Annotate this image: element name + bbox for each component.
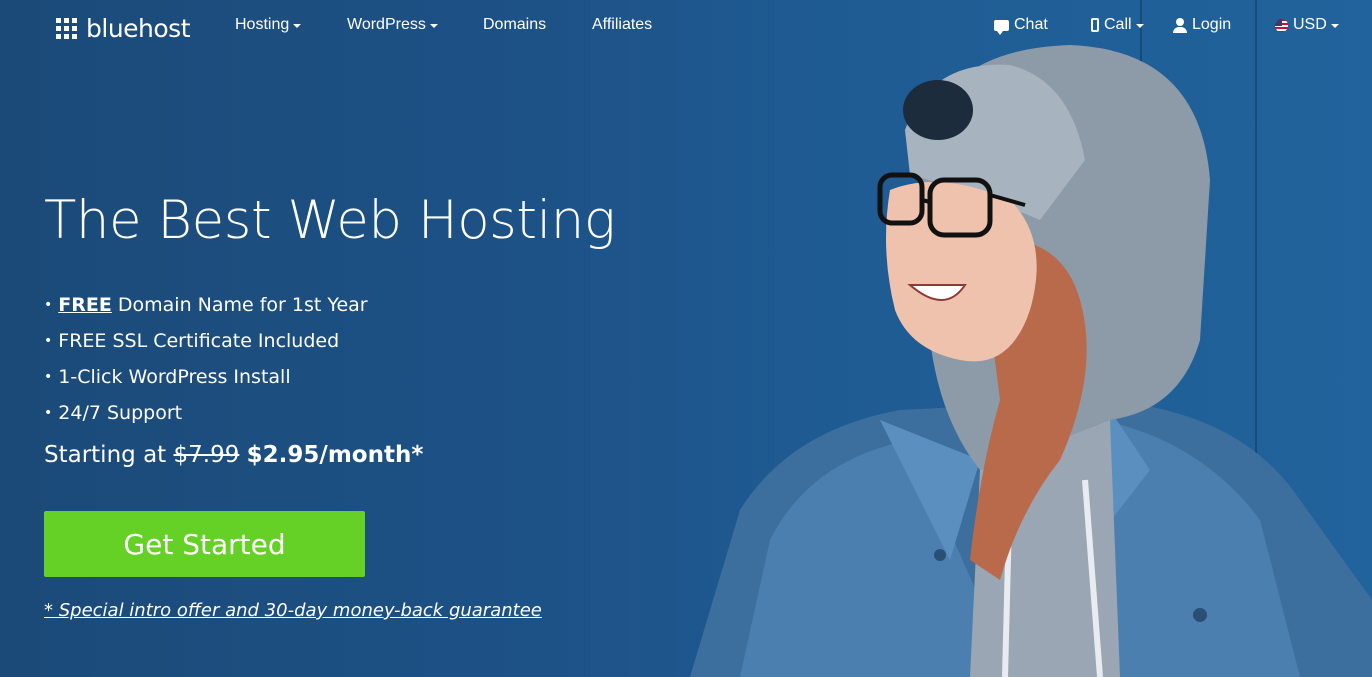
nav-currency[interactable]: USD xyxy=(1275,16,1339,34)
nav-login[interactable]: Login xyxy=(1173,16,1231,34)
grid-logo-icon xyxy=(56,18,77,39)
nav-wordpress[interactable]: WordPress xyxy=(347,16,438,34)
bluehost-logo[interactable]: bluehost xyxy=(56,14,191,43)
caret-down-icon xyxy=(1330,24,1339,28)
nav-login-label: Login xyxy=(1192,16,1232,33)
nav-call[interactable]: Call xyxy=(1091,16,1144,34)
price-prefix: Starting at xyxy=(44,442,174,468)
phone-icon xyxy=(1091,18,1099,32)
nav-hosting[interactable]: Hosting xyxy=(235,16,302,34)
nav-domains-label: Domains xyxy=(483,16,547,33)
feature-item: • 24/7 Support xyxy=(44,395,368,431)
offer-disclaimer-link[interactable]: * Special intro offer and 30-day money-b… xyxy=(44,600,542,621)
get-started-button[interactable]: Get Started xyxy=(44,511,365,577)
caret-down-icon xyxy=(1135,24,1144,28)
bullet-icon: • xyxy=(44,333,53,349)
feature-text: FREE SSL Certificate Included xyxy=(58,330,340,352)
nav-chat-label: Chat xyxy=(1014,16,1048,33)
nav-wordpress-label: WordPress xyxy=(347,16,426,33)
feature-item: • 1-Click WordPress Install xyxy=(44,359,368,395)
nav-domains[interactable]: Domains xyxy=(483,16,546,34)
caret-down-icon xyxy=(293,24,302,28)
nav-affiliates[interactable]: Affiliates xyxy=(592,16,652,34)
nav-affiliates-label: Affiliates xyxy=(592,16,653,33)
hero-page: bluehost Hosting WordPress Domains Affil… xyxy=(0,0,1372,677)
price-line: Starting at $7.99 $2.95/month* xyxy=(44,442,423,468)
top-navbar: bluehost Hosting WordPress Domains Affil… xyxy=(0,0,1372,52)
chat-icon xyxy=(994,19,1009,35)
us-flag-icon xyxy=(1275,18,1288,32)
feature-text: 24/7 Support xyxy=(58,402,183,424)
bullet-icon: • xyxy=(44,369,53,385)
bullet-icon: • xyxy=(44,297,53,313)
new-price: $2.95/month* xyxy=(246,442,424,468)
nav-call-label: Call xyxy=(1104,16,1132,33)
old-price: $7.99 xyxy=(173,442,240,468)
feature-free-link[interactable]: FREE xyxy=(58,294,112,316)
hero-photo xyxy=(690,45,1372,677)
brand-name: bluehost xyxy=(86,14,191,43)
nav-chat[interactable]: Chat xyxy=(994,16,1048,35)
caret-down-icon xyxy=(429,24,438,28)
feature-text: 1-Click WordPress Install xyxy=(58,366,291,388)
feature-list: • FREE Domain Name for 1st Year • FREE SSL… xyxy=(44,287,368,431)
feature-text: Domain Name for 1st Year xyxy=(111,294,368,316)
nav-currency-label: USD xyxy=(1293,16,1327,33)
bullet-icon: • xyxy=(44,405,53,421)
nav-hosting-label: Hosting xyxy=(235,16,290,33)
feature-item: • FREE SSL Certificate Included xyxy=(44,323,368,359)
feature-item: • FREE Domain Name for 1st Year xyxy=(44,287,368,323)
hero-headline: The Best Web Hosting xyxy=(44,190,616,251)
user-icon xyxy=(1173,17,1187,33)
